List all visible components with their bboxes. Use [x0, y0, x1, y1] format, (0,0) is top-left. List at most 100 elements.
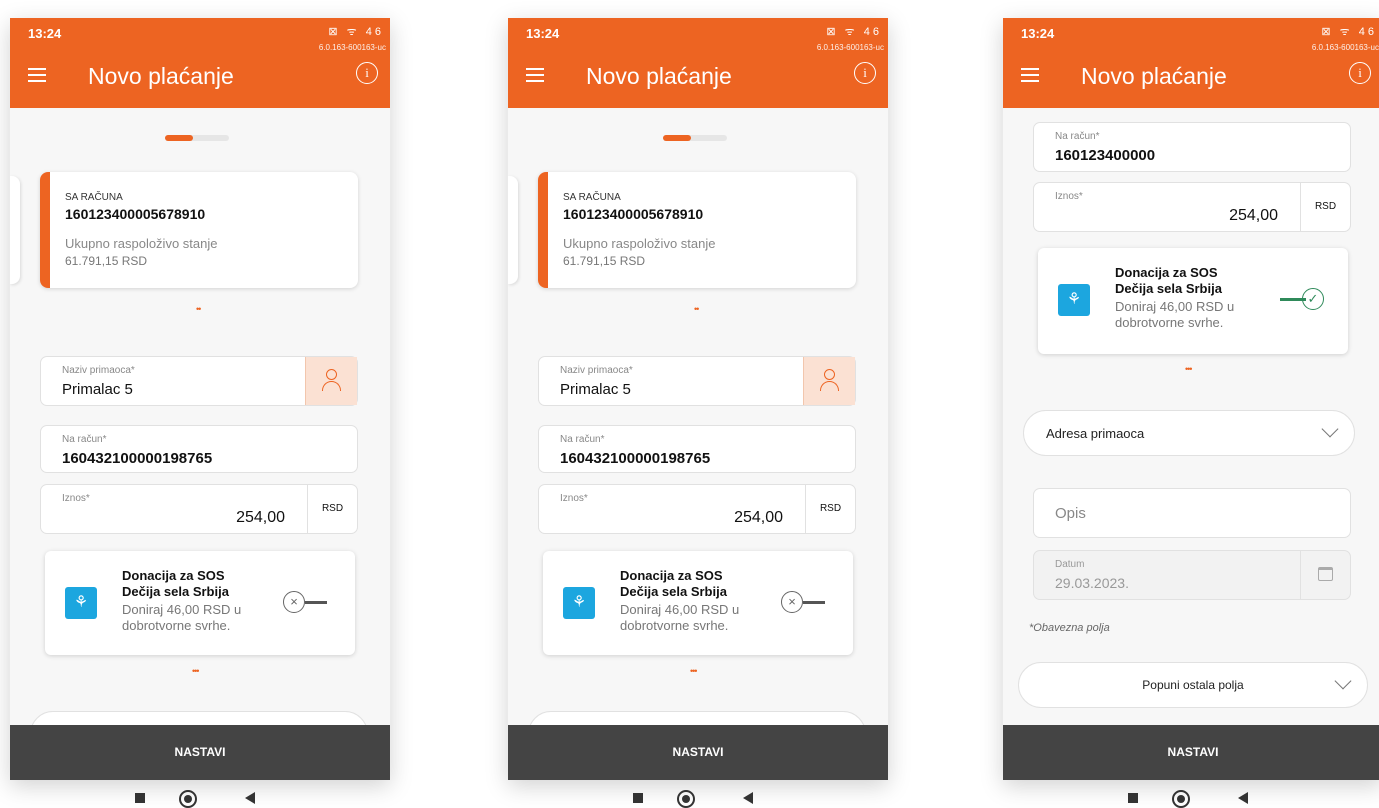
- recipient-name-field[interactable]: Naziv primaoca* Primalac 5: [538, 356, 856, 406]
- info-icon[interactable]: i: [854, 62, 876, 84]
- home-icon[interactable]: [179, 790, 197, 808]
- version-label: 6.0.163-600163-uc: [1311, 43, 1379, 52]
- description-field[interactable]: Opis: [1033, 488, 1351, 538]
- home-icon[interactable]: [677, 790, 695, 808]
- donation-title-line1: Donacija za SOS: [1115, 265, 1218, 280]
- address-dropdown[interactable]: Adresa primaoca: [528, 711, 866, 725]
- recents-icon[interactable]: [135, 793, 145, 803]
- recipient-name-field[interactable]: Naziv primaoca* Primalac 5: [40, 356, 358, 406]
- menu-icon[interactable]: [526, 68, 544, 82]
- date-field: Datum 29.03.2023.: [1033, 550, 1351, 600]
- fill-other-fields-dropdown[interactable]: Popuni ostala polja: [1018, 662, 1368, 708]
- donation-title-line1: Donacija za SOS: [620, 568, 723, 583]
- sos-children-icon: ⚘: [65, 587, 97, 619]
- back-icon[interactable]: [245, 792, 255, 804]
- from-account-card[interactable]: SA RAČUNA 160123400005678910 Ukupno rasp…: [538, 172, 856, 288]
- back-icon[interactable]: [1238, 792, 1248, 804]
- checkmark-icon: ✓: [1302, 288, 1324, 310]
- recipient-name-value: Primalac 5: [560, 381, 631, 398]
- currency-label: RSD: [307, 485, 357, 533]
- previous-account-card[interactable]: [10, 176, 20, 284]
- donation-card: ⚘ Donacija za SOS Dečija sela Srbija Don…: [45, 551, 355, 655]
- address-dropdown[interactable]: Adresa primaoca: [30, 711, 368, 725]
- donation-text: Doniraj 46,00 RSD u dobrotvorne svrhe.: [122, 602, 242, 633]
- from-account-label: SA RAČUNA: [65, 192, 123, 203]
- android-nav-bar: [135, 790, 255, 808]
- donation-title: Donacija za SOS Dečija sela Srbija: [1115, 265, 1265, 297]
- amount-value: 254,00: [1229, 207, 1278, 224]
- donation-text: Doniraj 46,00 RSD u dobrotvorne svrhe.: [620, 602, 740, 633]
- amount-value: 254,00: [236, 509, 285, 526]
- recipient-name-label: Naziv primaoca*: [560, 365, 633, 376]
- recipient-name-value: Primalac 5: [62, 381, 133, 398]
- payment-form: SA RAČUNA 160123400005678910 Ukupno rasp…: [508, 108, 888, 725]
- donation-pager: •••: [192, 666, 200, 676]
- amount-field[interactable]: Iznos* 254,00 RSD: [40, 484, 358, 534]
- payment-form: SA RAČUNA 160123400005678910 Ukupno rasp…: [10, 108, 390, 725]
- donation-title-line2: Dečija sela Srbija: [620, 584, 727, 599]
- to-account-field[interactable]: Na račun* 160432100000198765: [40, 425, 358, 473]
- amount-field[interactable]: Iznos* 254,00 RSD: [1033, 182, 1351, 232]
- to-account-label: Na račun*: [62, 434, 107, 445]
- page-title: Novo plaćanje: [1081, 63, 1227, 89]
- fill-other-fields-label: Popuni ostala polja: [1142, 678, 1244, 692]
- donation-title-line2: Dečija sela Srbija: [122, 584, 229, 599]
- person-icon-body: [322, 381, 341, 391]
- status-icons: ⊠ ᯤ 46: [328, 26, 384, 38]
- donation-title-line1: Donacija za SOS: [122, 568, 225, 583]
- version-label: 6.0.163-600163-uc: [816, 43, 884, 52]
- step-progress-fill: [165, 135, 193, 141]
- to-account-label: Na račun*: [1055, 131, 1100, 142]
- menu-icon[interactable]: [1021, 68, 1039, 82]
- continue-button[interactable]: NASTAVI: [508, 725, 888, 780]
- contacts-button[interactable]: [803, 357, 855, 405]
- phone-screen-2: 13:24 ⊠ ᯤ 46 6.0.163-600163-uc Novo plać…: [508, 18, 888, 780]
- to-account-value: 160432100000198765: [62, 450, 213, 467]
- toggle-off-icon: ×: [283, 591, 305, 613]
- amount-label: Iznos*: [560, 493, 588, 504]
- required-fields-note: *Obavezna polja: [1029, 622, 1110, 634]
- date-value: 29.03.2023.: [1055, 575, 1129, 591]
- status-time: 13:24: [28, 26, 62, 41]
- donation-text: Doniraj 46,00 RSD u dobrotvorne svrhe.: [1115, 299, 1235, 330]
- back-icon[interactable]: [743, 792, 753, 804]
- to-account-label: Na račun*: [560, 434, 605, 445]
- balance-value: 61.791,15 RSD: [563, 254, 646, 268]
- info-icon[interactable]: i: [1349, 62, 1371, 84]
- currency-label: RSD: [805, 485, 855, 533]
- address-dropdown[interactable]: Adresa primaoca: [1023, 410, 1355, 456]
- amount-label: Iznos*: [62, 493, 90, 504]
- previous-account-card[interactable]: [508, 176, 518, 284]
- from-account-card[interactable]: SA RAČUNA 160123400005678910 Ukupno rasp…: [40, 172, 358, 288]
- amount-field[interactable]: Iznos* 254,00 RSD: [538, 484, 856, 534]
- menu-icon[interactable]: [28, 68, 46, 82]
- toggle-track: [305, 601, 327, 604]
- info-icon[interactable]: i: [356, 62, 378, 84]
- balance-label: Ukupno raspoloživo stanje: [65, 236, 218, 251]
- continue-button[interactable]: NASTAVI: [1003, 725, 1379, 780]
- status-time: 13:24: [526, 26, 560, 41]
- recipient-name-label: Naziv primaoca*: [62, 365, 135, 376]
- person-icon: [326, 369, 337, 380]
- card-accent: [538, 172, 548, 288]
- carousel-pager: ••: [196, 304, 201, 314]
- donation-toggle[interactable]: ×: [283, 589, 333, 615]
- phone-screen-1: 13:24 ⊠ ᯤ 46 6.0.163-600163-uc Novo plać…: [10, 18, 390, 780]
- calendar-icon: [1318, 567, 1333, 581]
- donation-title-line2: Dečija sela Srbija: [1115, 281, 1222, 296]
- address-dropdown-label: Adresa primaoca: [1046, 426, 1145, 441]
- recents-icon[interactable]: [1128, 793, 1138, 803]
- to-account-field[interactable]: Na račun* 160123400000: [1033, 122, 1351, 172]
- calendar-button[interactable]: [1300, 551, 1350, 599]
- to-account-field[interactable]: Na račun* 160432100000198765: [538, 425, 856, 473]
- continue-button[interactable]: NASTAVI: [10, 725, 390, 780]
- recents-icon[interactable]: [633, 793, 643, 803]
- person-icon: [824, 369, 835, 380]
- donation-toggle[interactable]: ×: [781, 589, 831, 615]
- home-icon[interactable]: [1172, 790, 1190, 808]
- card-accent: [40, 172, 50, 288]
- sos-children-icon: ⚘: [563, 587, 595, 619]
- contacts-button[interactable]: [305, 357, 357, 405]
- to-account-value: 160123400000: [1055, 147, 1156, 164]
- donation-toggle[interactable]: ✓: [1274, 286, 1326, 312]
